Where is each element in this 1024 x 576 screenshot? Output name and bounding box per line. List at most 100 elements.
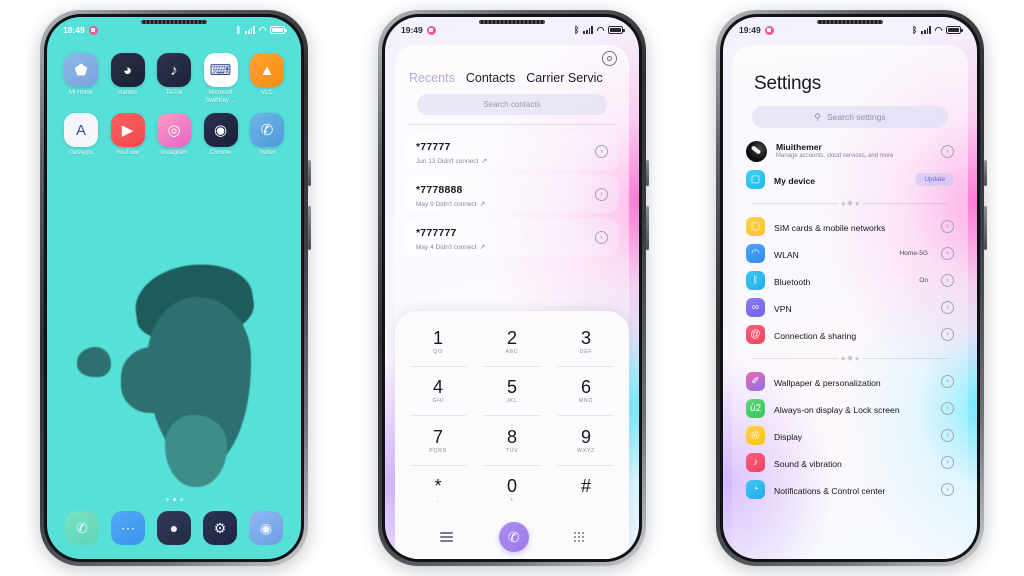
getapps-icon: A (64, 113, 98, 147)
call-button[interactable]: ✆ (498, 522, 529, 552)
key-9[interactable]: 9 WXYZ (549, 416, 623, 466)
app-instagram[interactable]: ◎ Instagram (152, 113, 196, 158)
settings-row-notifications[interactable]: ◔ Notifications & Control center › (746, 476, 954, 503)
settings-row-vpn[interactable]: ∞ VPN › (746, 294, 954, 321)
chevron-right-icon[interactable]: › (941, 247, 954, 260)
key-number: 4 (432, 377, 443, 398)
key-2[interactable]: 2 ABC (475, 317, 549, 367)
home-screen: 19:49 ᛒ ◠ ⬟ Mi Home ◕ Games ♪ TikTok ⌨ Microsof… (47, 17, 301, 559)
chevron-right-icon[interactable]: › (941, 328, 954, 341)
account-name: Miuithemer (776, 141, 822, 152)
volume-button[interactable] (646, 206, 649, 250)
keypad-icon[interactable] (574, 532, 585, 542)
settings-row-display[interactable]: ◎ Display › (746, 422, 954, 449)
page-dot[interactable] (165, 498, 169, 501)
side-button[interactable] (984, 160, 987, 186)
key-letters: WXYZ (577, 447, 595, 454)
settings-row-bluetooth[interactable]: ᛒ Bluetooth On › (746, 267, 954, 294)
display-icon: ◎ (746, 426, 765, 445)
chevron-right-icon[interactable]: › (595, 144, 608, 158)
call-log-row[interactable]: *777777 May 4 Didn't connect ↗ › (405, 218, 619, 256)
key-3[interactable]: 3 DEF (549, 317, 623, 367)
side-button[interactable] (308, 160, 311, 186)
menu-icon[interactable] (439, 532, 453, 542)
chevron-right-icon[interactable]: › (941, 274, 954, 287)
bluetooth-icon: ᛒ (574, 24, 580, 35)
key-number: # (580, 476, 591, 497)
sim-icon: ▢ (746, 217, 765, 236)
key-0[interactable]: 0 + (475, 466, 549, 516)
key-hash[interactable]: # (549, 466, 623, 516)
chevron-right-icon[interactable]: › (595, 187, 608, 201)
phone-device-dialer: 19:49 ᛒ ◠ Recents Contacts Carrier Servic (378, 10, 649, 566)
settings-row-wlan[interactable]: ◠ WLAN Home-5G › (746, 240, 954, 267)
chevron-right-icon[interactable]: › (941, 456, 954, 469)
games-icon: ◕ (110, 53, 145, 87)
app-vlc[interactable]: ▲ VLC (245, 53, 289, 105)
chevron-right-icon: › (941, 145, 954, 158)
key-number: * (434, 476, 442, 497)
settings-row-my-device[interactable]: ▢ My device Update (746, 166, 954, 193)
chevron-right-icon[interactable]: › (941, 402, 954, 415)
settings-row-sound[interactable]: ♪ Sound & vibration › (746, 449, 954, 476)
app-tiktok[interactable]: ♪ TikTok (152, 53, 196, 105)
side-button[interactable] (646, 160, 649, 186)
app-label: VLC (261, 90, 273, 96)
chevron-right-icon[interactable]: › (595, 230, 608, 244)
browser-dock-icon[interactable]: ◉ (249, 511, 283, 545)
call-log-row[interactable]: *77777 Jun 13 Didn't connect ↗ › (405, 132, 619, 170)
key-4[interactable]: 4 GHI (401, 367, 475, 417)
app-swiftkey[interactable]: ⌨ Microsoft SwiftKey ... (199, 53, 243, 105)
chevron-right-icon[interactable]: › (941, 301, 954, 314)
key-7[interactable]: 7 PQRS (401, 416, 475, 466)
outgoing-arrow-icon: ↗ (479, 201, 486, 208)
key-number: 3 (580, 327, 591, 348)
settings-value: Home-5G (899, 250, 928, 257)
search-settings-input[interactable]: ⚲ Search settings (752, 106, 948, 128)
chevron-right-icon[interactable]: › (941, 429, 954, 442)
page-dot[interactable] (179, 498, 183, 501)
call-log-row[interactable]: *7778888 May 9 Didn't connect ↗ › (405, 175, 619, 213)
settings-row-sim[interactable]: ▢ SIM cards & mobile networks › (746, 213, 954, 240)
earpiece-speaker (817, 20, 883, 24)
chevron-right-icon[interactable]: › (941, 483, 954, 496)
app-mi-home[interactable]: ⬟ Mi Home (59, 53, 103, 105)
update-badge[interactable]: Update (915, 173, 954, 186)
key-1[interactable]: 1 QO (401, 317, 475, 367)
app-chrome[interactable]: ◉ Chrome (199, 113, 243, 158)
app-twitter[interactable]: ✆ Twitter (245, 113, 289, 158)
key-8[interactable]: 8 TUV (475, 416, 549, 466)
call-detail: May 9 Didn't connect ↗ (416, 200, 486, 209)
page-dot[interactable] (172, 498, 176, 501)
camera-dock-icon[interactable]: ● (157, 511, 191, 545)
messages-dock-icon[interactable]: ⋯ (111, 511, 145, 545)
settings-row-account[interactable]: Miuithemer Manage accounts, cloud servic… (746, 137, 954, 166)
tab-carrier-servic[interactable]: Carrier Servic (526, 71, 602, 85)
tab-recents[interactable]: Recents (409, 71, 455, 85)
app-youtube[interactable]: ▶ YouTube (106, 113, 150, 158)
settings-screen: 19:49 ᛒ ◠ Settings ⚲ Search settings Miu… (723, 17, 977, 559)
key-5[interactable]: 5 JKL (475, 367, 549, 417)
app-row-2: A GetApps ▶ YouTube ◎ Instagram ◉ Chrome ✆ Twitte… (59, 113, 289, 158)
settings-dock-icon[interactable]: ⚙ (203, 511, 237, 545)
settings-label: SIM cards & mobile networks (774, 222, 886, 233)
target-icon[interactable] (602, 50, 617, 66)
tab-contacts[interactable]: Contacts (466, 71, 515, 85)
notification-badge-icon (426, 25, 436, 35)
chevron-right-icon[interactable]: › (941, 220, 954, 233)
app-getapps[interactable]: A GetApps (59, 113, 103, 158)
app-games[interactable]: ◕ Games (106, 53, 150, 105)
key-star[interactable]: *, (401, 466, 475, 516)
settings-row-connection[interactable]: @ Connection & sharing › (746, 321, 954, 348)
instagram-icon: ◎ (157, 113, 191, 147)
app-label: Instagram (160, 150, 188, 156)
volume-button[interactable] (984, 206, 987, 250)
phone-dock-icon[interactable]: ✆ (65, 511, 99, 545)
key-6[interactable]: 6 MNO (549, 367, 623, 417)
settings-row-lock[interactable]: ὑ2 Always-on display & Lock screen › (746, 395, 954, 422)
earpiece-speaker (479, 20, 545, 24)
settings-row-wallpaper[interactable]: ✐ Wallpaper & personalization › (746, 368, 954, 395)
volume-button[interactable] (308, 206, 311, 250)
chevron-right-icon[interactable]: › (941, 375, 954, 388)
search-contacts-input[interactable]: Search contacts (417, 94, 607, 115)
